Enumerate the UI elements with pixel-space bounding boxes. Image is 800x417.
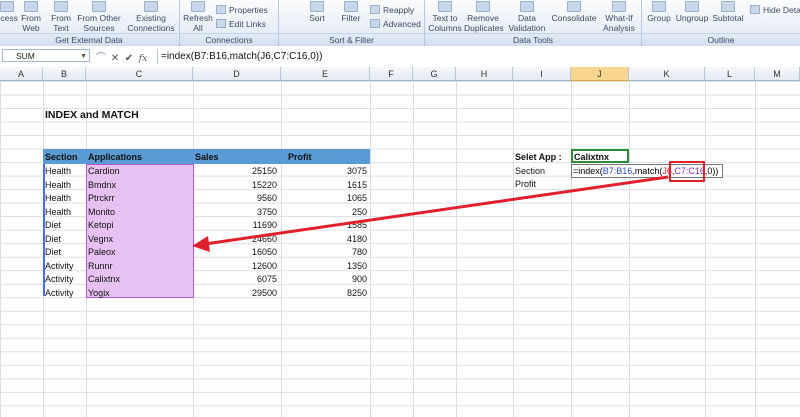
annotation-arrow — [192, 175, 669, 252]
